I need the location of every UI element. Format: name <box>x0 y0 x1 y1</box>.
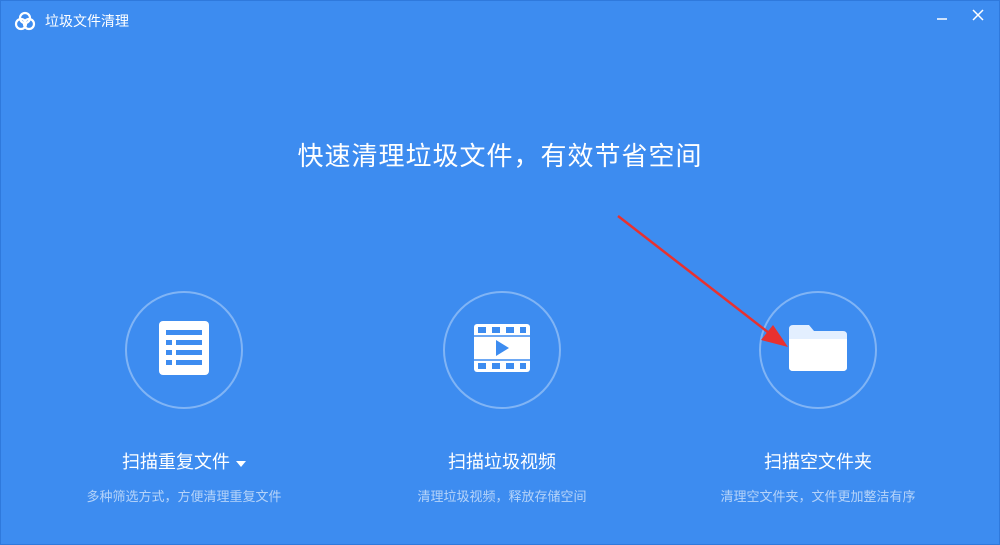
scan-duplicates-label[interactable]: 扫描重复文件 <box>122 451 246 475</box>
close-button[interactable] <box>961 1 995 31</box>
scan-duplicates-description: 多种筛选方式，方便清理重复文件 <box>86 490 282 505</box>
close-icon <box>971 7 985 26</box>
feature-scan-duplicates: 扫描重复文件 多种筛选方式，方便清理重复文件 <box>34 291 334 507</box>
scan-empty-folders-button[interactable] <box>759 291 877 409</box>
headline: 快速清理垃圾文件，有效节省空间 <box>297 142 703 172</box>
scan-videos-button[interactable] <box>443 291 561 409</box>
scan-empty-folders-description: 清理空文件夹，文件更加整洁有序 <box>720 490 916 505</box>
feature-scan-empty-folders: 扫描空文件夹 清理空文件夹，文件更加整洁有序 <box>668 291 968 507</box>
feature-scan-videos: 扫描垃圾视频 清理垃圾视频，释放存储空间 <box>352 291 652 507</box>
video-film-icon <box>473 323 531 377</box>
scan-duplicates-button[interactable] <box>125 291 243 409</box>
scan-videos-description: 清理垃圾视频，释放存储空间 <box>417 490 587 505</box>
window-title: 垃圾文件清理 <box>45 14 129 30</box>
app-window: 垃圾文件清理 快速清理垃圾文件，有效节省空间 扫描重复文件 多种筛选方式，方便清… <box>0 0 1000 545</box>
cloud-icon <box>13 10 37 34</box>
title-bar: 垃圾文件清理 <box>1 1 999 41</box>
scan-videos-label[interactable]: 扫描垃圾视频 <box>448 451 556 475</box>
folder-icon <box>787 323 849 377</box>
scan-duplicates-text: 扫描重复文件 <box>122 452 230 473</box>
minimize-icon <box>935 7 949 26</box>
list-document-icon <box>158 320 210 380</box>
scan-empty-folders-label[interactable]: 扫描空文件夹 <box>764 451 872 475</box>
minimize-button[interactable] <box>925 1 959 31</box>
chevron-down-icon[interactable] <box>236 461 246 467</box>
